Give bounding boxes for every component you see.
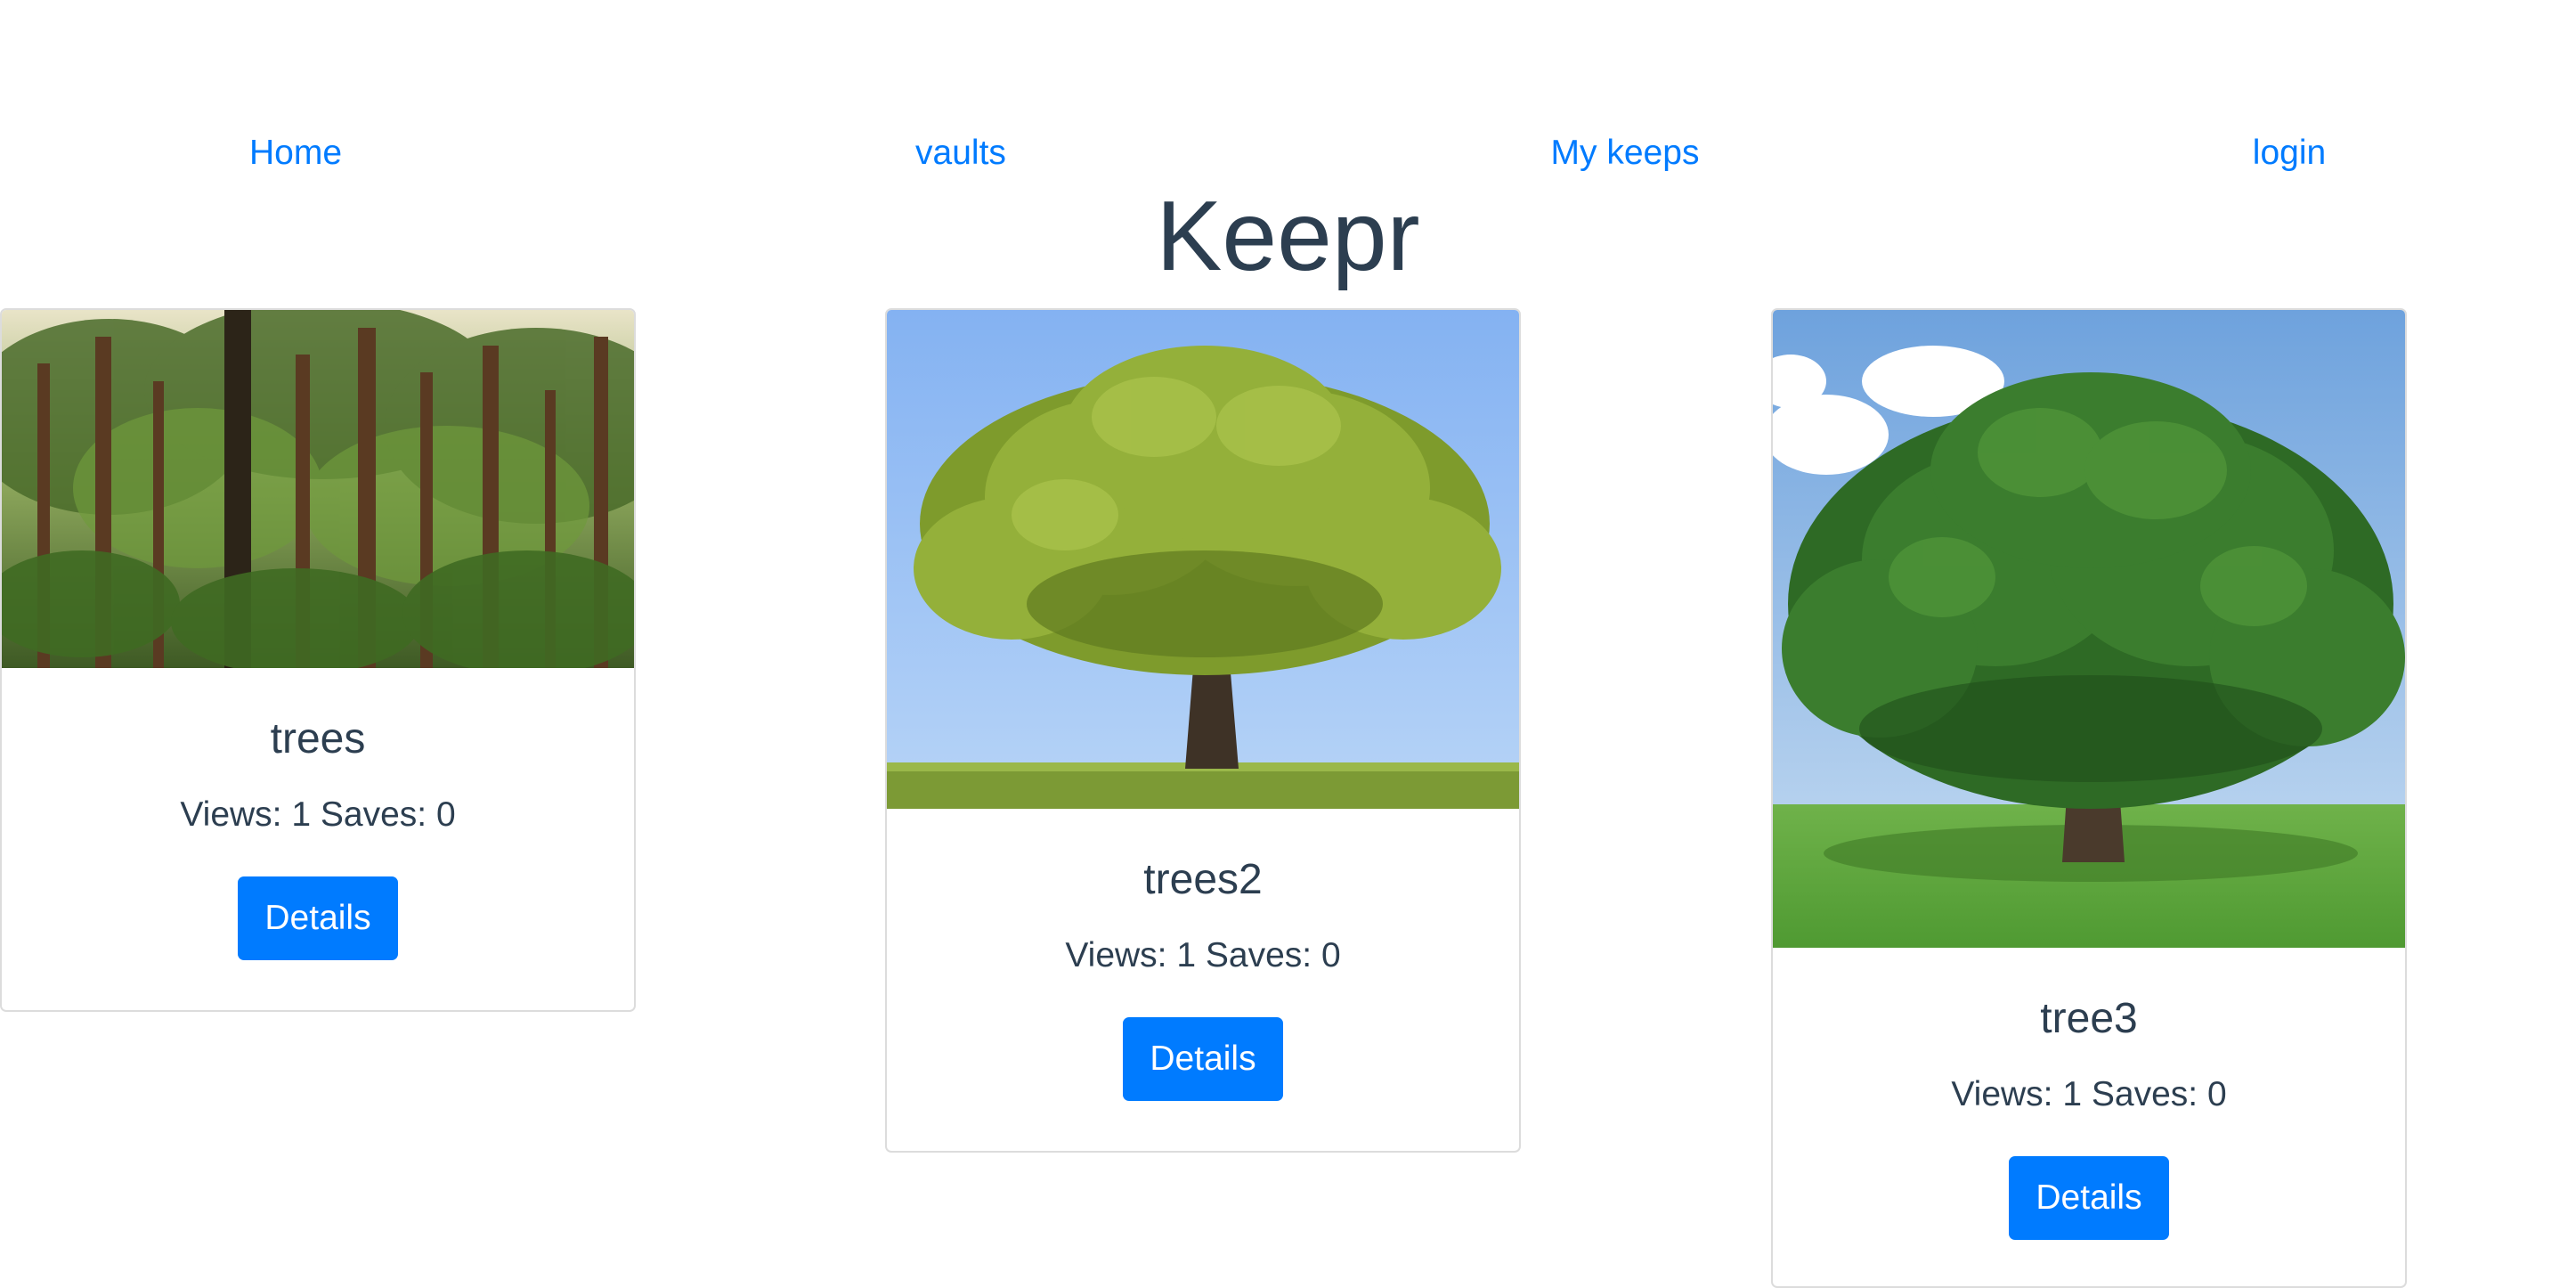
forest-photo <box>2 310 634 668</box>
keep-stats: Views: 1 Saves: 0 <box>1951 1075 2227 1113</box>
details-button[interactable]: Details <box>238 876 398 960</box>
nav-vaults-link[interactable]: vaults <box>915 134 1006 173</box>
keep-card: tree3 Views: 1 Saves: 0 Details <box>1771 308 2407 1288</box>
keep-card: trees Views: 1 Saves: 0 Details <box>0 308 636 1012</box>
keep-title: trees <box>270 715 366 762</box>
tree-in-field-photo <box>1773 310 2405 948</box>
keep-stats: Views: 1 Saves: 0 <box>180 795 456 834</box>
keep-card: trees2 Views: 1 Saves: 0 Details <box>885 308 1521 1153</box>
nav-login-link[interactable]: login <box>2253 134 2326 173</box>
keep-stats: Views: 1 Saves: 0 <box>1065 936 1341 974</box>
nav-home-link[interactable]: Home <box>249 134 342 173</box>
nav-my-keeps-link[interactable]: My keeps <box>1551 134 1700 173</box>
details-button[interactable]: Details <box>1123 1017 1283 1101</box>
details-button[interactable]: Details <box>2009 1156 2169 1240</box>
app-title: Keepr <box>1156 181 1420 291</box>
oak-tree-photo <box>887 310 1519 809</box>
keep-title: tree3 <box>2040 995 2138 1042</box>
keep-title: trees2 <box>1143 856 1263 903</box>
